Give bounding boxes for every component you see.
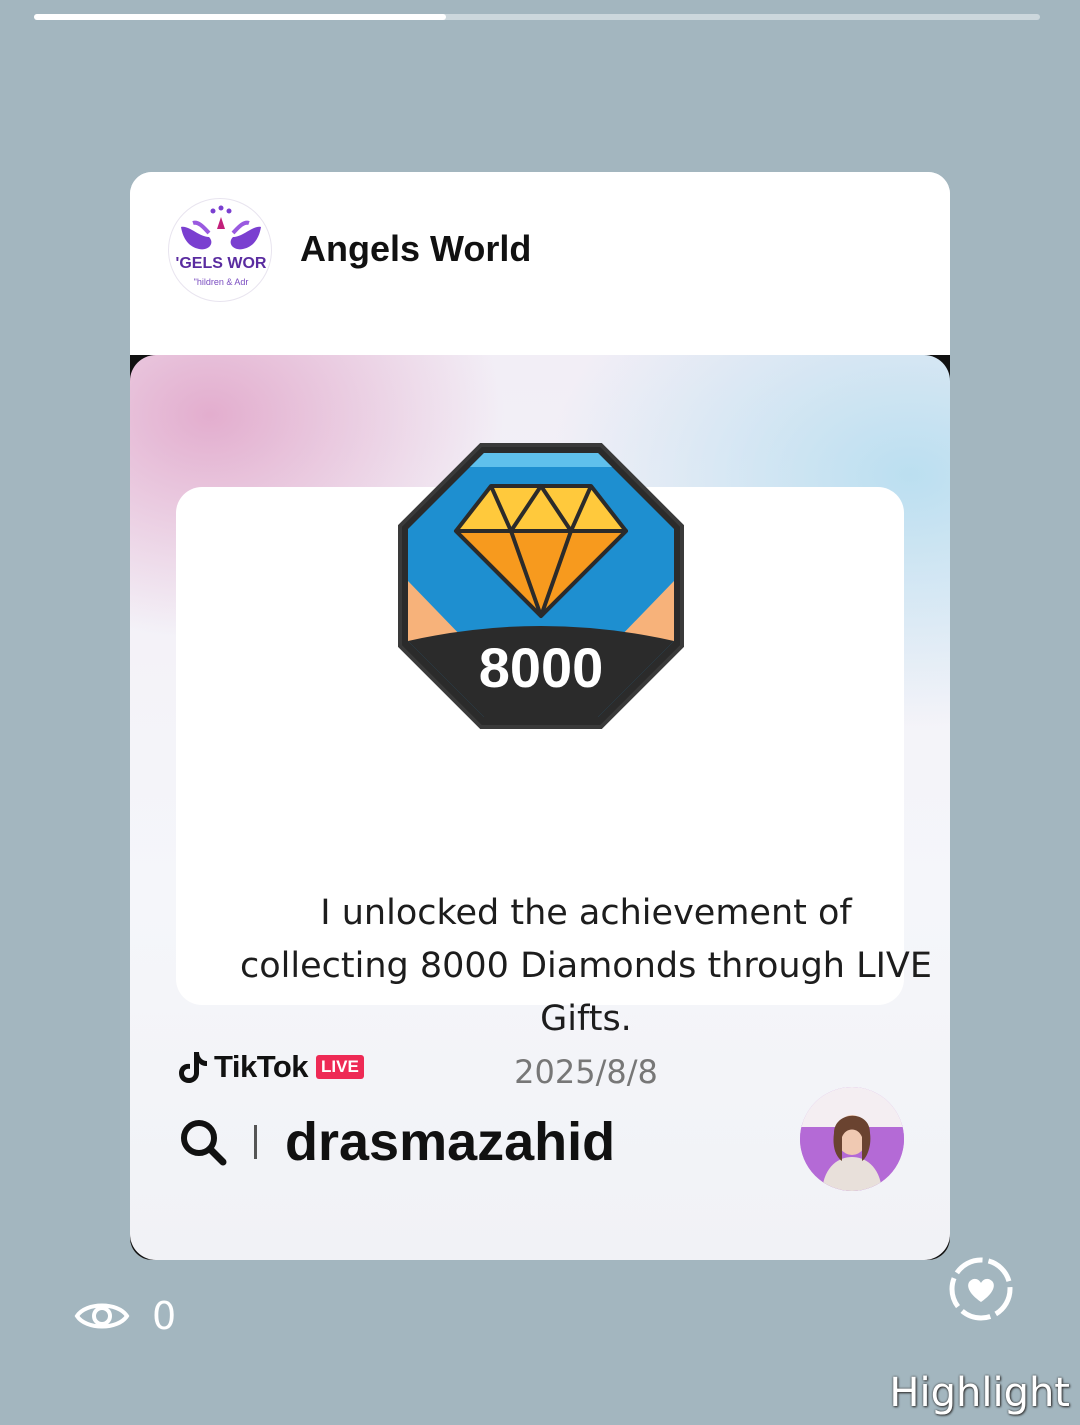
achievement-background: I unlocked the achievement of collecting…: [130, 355, 950, 1260]
hands-logo-icon: [181, 205, 261, 250]
highlight-button[interactable]: [946, 1254, 1016, 1324]
tiktok-note-icon: [179, 1052, 207, 1083]
page-name[interactable]: Angels World: [300, 228, 531, 270]
highlight-heart-icon: [949, 1257, 1013, 1321]
avatar-image: [800, 1087, 904, 1191]
story-progress-fill: [34, 14, 447, 20]
view-count: 0: [152, 1294, 177, 1338]
search-divider: [254, 1125, 257, 1159]
tiktok-live-logo: TikTok LIVE: [178, 1045, 364, 1089]
achievement-text: I unlocked the achievement of collecting…: [240, 893, 932, 1039]
badge-number: 8000: [478, 636, 604, 699]
logo-subtext: "hildren & Adr: [193, 277, 249, 287]
eye-icon: [74, 1303, 130, 1329]
achievement-image: I unlocked the achievement of collecting…: [130, 355, 950, 1260]
highlight-label: Highlight: [889, 1370, 1070, 1416]
tiktok-username: drasmazahid: [285, 1112, 616, 1172]
username-search: drasmazahid: [178, 1107, 615, 1177]
shared-post-card[interactable]: 'GELS WOR "hildren & Adr Angels World I …: [130, 172, 950, 1260]
logo-text: 'GELS WOR: [175, 255, 267, 272]
view-counter[interactable]: 0: [74, 1290, 176, 1342]
live-badge: LIVE: [316, 1055, 364, 1079]
story-progress-bar: [34, 14, 1040, 20]
user-avatar: [800, 1087, 904, 1191]
page-logo[interactable]: 'GELS WOR "hildren & Adr: [168, 198, 272, 302]
tiktok-wordmark: TikTok: [214, 1049, 309, 1084]
search-icon: [181, 1120, 227, 1166]
story-viewer: 'GELS WOR "hildren & Adr Angels World I …: [0, 0, 1080, 1425]
post-header: 'GELS WOR "hildren & Adr Angels World: [130, 172, 950, 355]
